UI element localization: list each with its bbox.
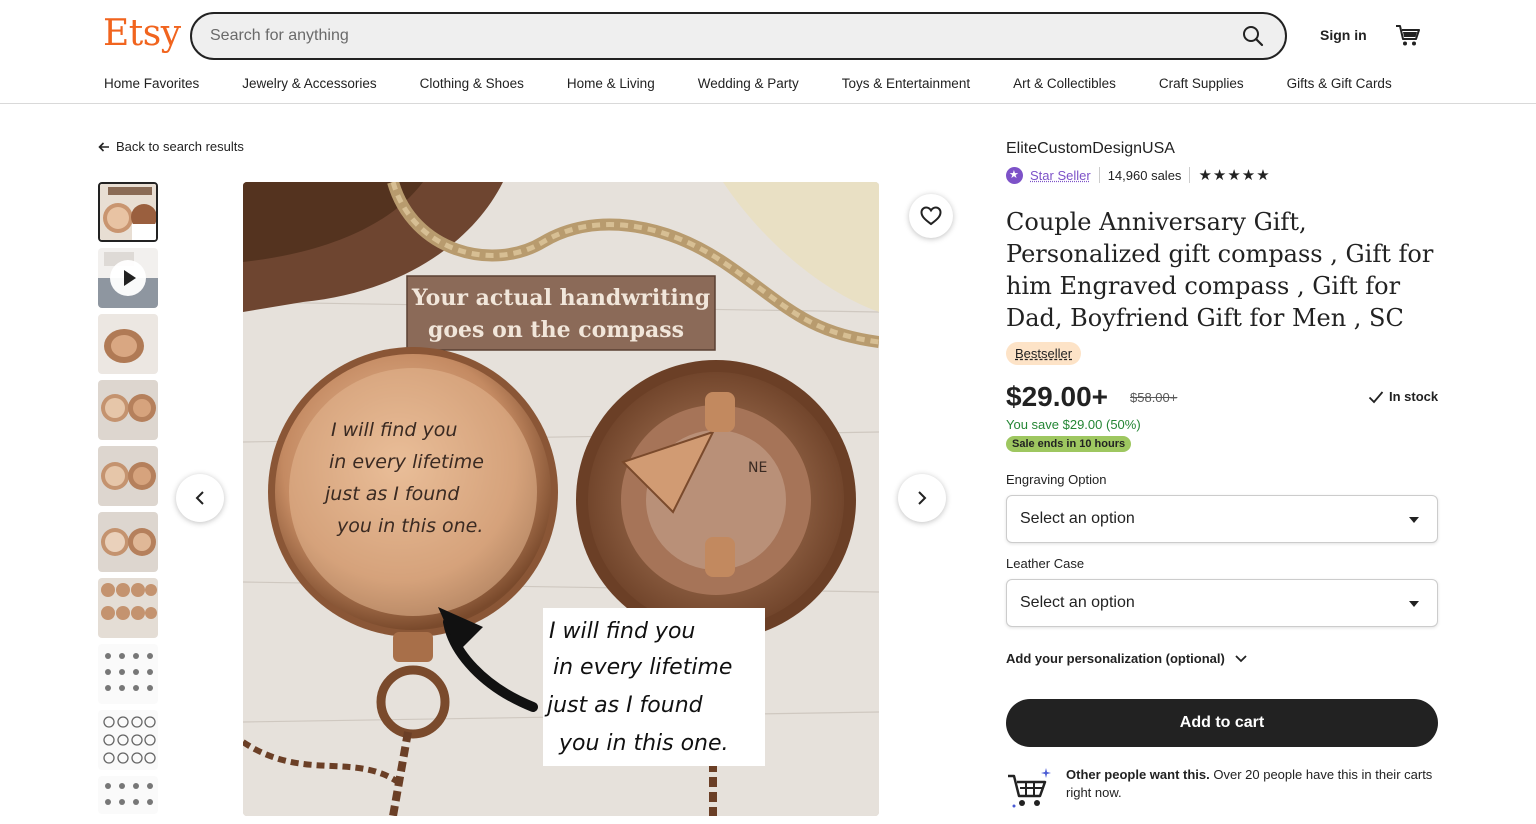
caret-down-icon xyxy=(1409,517,1419,523)
arrow-left-icon xyxy=(98,141,109,152)
bestseller-label: Bestseller xyxy=(1015,346,1073,361)
engraving-line-4: you in this one. xyxy=(336,515,483,537)
price: $29.00+ xyxy=(1006,381,1108,412)
leather-case-value: Select an option xyxy=(1020,594,1135,611)
main-product-image: Your actual handwriting goes on the comp… xyxy=(243,182,879,816)
nav-gifts[interactable]: Gifts & Gift Cards xyxy=(1287,76,1392,91)
checkmark-icon xyxy=(1368,390,1384,403)
nav-home-living[interactable]: Home & Living xyxy=(567,76,655,91)
svg-text:NE: NE xyxy=(748,460,767,476)
star-seller-link[interactable]: Star Seller xyxy=(1030,168,1091,183)
personalization-toggle[interactable]: Add your personalization (optional) xyxy=(1006,651,1247,666)
savings-text: You save $29.00 (50%) xyxy=(1006,417,1141,432)
nav-craft[interactable]: Craft Supplies xyxy=(1159,76,1244,91)
thumbnail-4[interactable] xyxy=(98,380,158,440)
search-input[interactable] xyxy=(210,14,1210,58)
nav-art[interactable]: Art & Collectibles xyxy=(1013,76,1116,91)
chevron-left-icon xyxy=(195,491,204,505)
caret-down-icon xyxy=(1409,601,1419,607)
search-bar xyxy=(190,12,1287,60)
engraving-option-label: Engraving Option xyxy=(1006,472,1107,487)
thumbnail-5[interactable] xyxy=(98,446,158,506)
thumbnail-8[interactable] xyxy=(98,644,158,704)
bestseller-badge[interactable]: Bestseller xyxy=(1006,342,1082,365)
card-line-2: in every lifetime xyxy=(553,655,732,680)
thumbnail-9[interactable] xyxy=(98,710,158,770)
card-line-4: you in this one. xyxy=(558,731,729,756)
cart-sparkle-icon xyxy=(1008,768,1051,808)
demand-text-bold: Other people want this. xyxy=(1066,767,1210,782)
shop-name-link[interactable]: EliteCustomDesignUSA xyxy=(1006,140,1175,158)
nav-jewelry[interactable]: Jewelry & Accessories xyxy=(242,76,376,91)
nav-clothing[interactable]: Clothing & Shoes xyxy=(420,76,524,91)
sign-in-link[interactable]: Sign in xyxy=(1320,27,1367,43)
thumbnail-list xyxy=(98,182,158,820)
demand-text: Other people want this. Over 20 people h… xyxy=(1066,766,1438,810)
card-line-3: just as I found xyxy=(544,693,704,718)
previous-image-button[interactable] xyxy=(176,474,224,522)
engraving-line-3: just as I found xyxy=(322,483,460,505)
sale-ends-badge: Sale ends in 10 hours xyxy=(1006,436,1132,452)
nav-toys[interactable]: Toys & Entertainment xyxy=(842,76,970,91)
add-to-cart-button[interactable]: Add to cart xyxy=(1006,699,1438,747)
leather-case-label: Leather Case xyxy=(1006,556,1085,571)
thumbnail-7[interactable] xyxy=(98,578,158,638)
thumbnail-10[interactable] xyxy=(98,776,158,814)
engraving-option-select[interactable]: Select an option xyxy=(1006,495,1438,543)
leather-case-select[interactable]: Select an option xyxy=(1006,579,1438,627)
engraving-option-value: Select an option xyxy=(1020,510,1135,527)
category-nav: Home Favorites Jewelry & Accessories Clo… xyxy=(104,76,1435,91)
engraving-line-2: in every lifetime xyxy=(329,451,484,473)
chevron-down-icon xyxy=(1235,654,1247,662)
next-image-button[interactable] xyxy=(898,474,946,522)
original-price: $58.00+ xyxy=(1130,390,1178,405)
back-to-results-link[interactable]: Back to search results xyxy=(98,139,244,154)
etsy-logo[interactable]: Etsy xyxy=(103,13,181,54)
back-link-label: Back to search results xyxy=(116,139,244,154)
in-stock-label: In stock xyxy=(1389,389,1439,404)
cart-icon[interactable] xyxy=(1395,22,1421,48)
engraving-line-1: I will find you xyxy=(331,419,457,441)
nav-wedding[interactable]: Wedding & Party xyxy=(698,76,799,91)
chevron-right-icon xyxy=(918,491,927,505)
thumbnail-3[interactable] xyxy=(98,314,158,374)
in-stock-status: In stock xyxy=(1368,389,1438,404)
compass-photo: Your actual handwriting goes on the comp… xyxy=(243,182,879,816)
listing-title: Couple Anniversary Gift, Personalized gi… xyxy=(1006,208,1434,332)
divider xyxy=(1189,167,1191,183)
favorite-button[interactable] xyxy=(909,194,953,238)
card-line-1: I will find you xyxy=(549,619,695,644)
rating-stars[interactable]: ★★★★★ xyxy=(1198,166,1270,184)
heart-icon xyxy=(920,206,942,226)
search-icon[interactable] xyxy=(1241,24,1265,48)
thumbnail-1[interactable] xyxy=(98,182,158,242)
thumbnail-6[interactable] xyxy=(98,512,158,572)
personalization-label: Add your personalization (optional) xyxy=(1006,651,1225,666)
sales-count: 14,960 sales xyxy=(1107,167,1182,183)
banner-line-2: goes on the compass xyxy=(428,317,684,343)
nav-home-favorites[interactable]: Home Favorites xyxy=(104,76,199,91)
thumbnail-video[interactable] xyxy=(98,248,158,308)
play-icon xyxy=(110,260,146,296)
header: Etsy Sign in Home Favorites Jewelry & Ac… xyxy=(0,0,1536,104)
demand-notice: Other people want this. Over 20 people h… xyxy=(1006,766,1438,810)
seller-info-row: Star Seller 14,960 sales ★★★★★ xyxy=(1006,166,1271,184)
star-seller-icon xyxy=(1006,166,1023,184)
banner-line-1: Your actual handwriting xyxy=(411,285,710,311)
divider xyxy=(1098,167,1100,183)
